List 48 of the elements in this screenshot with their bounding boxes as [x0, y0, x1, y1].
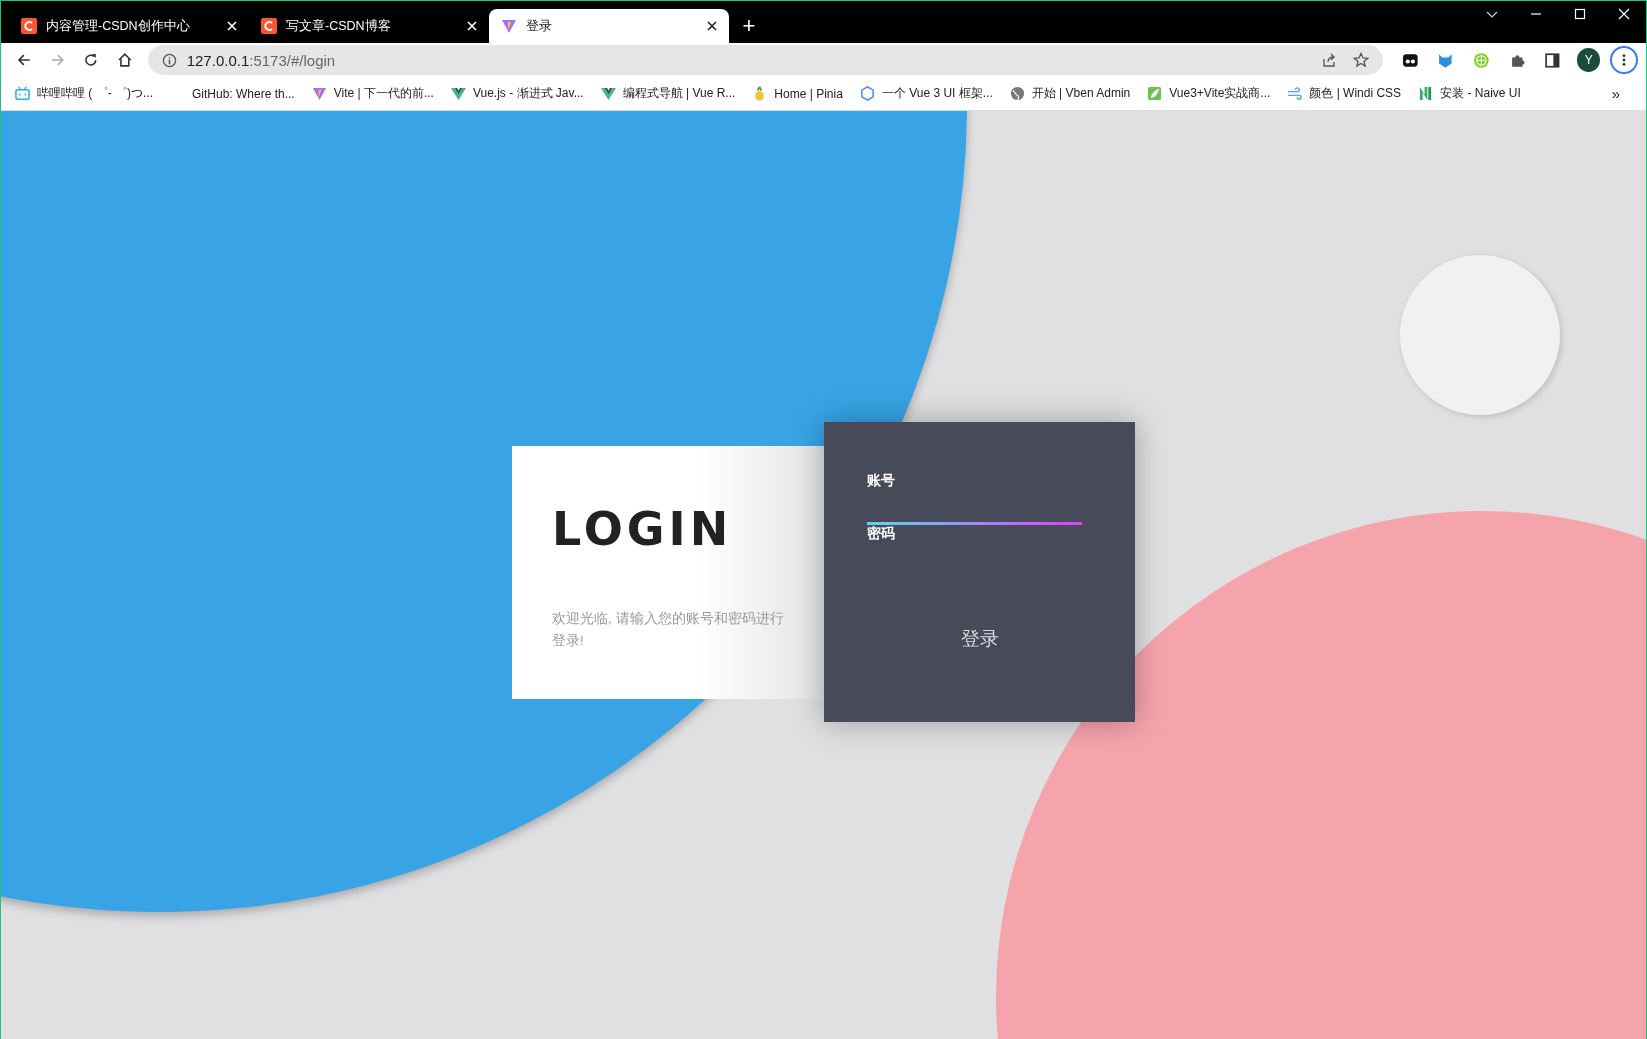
bookmark[interactable]: 哔哩哔哩 ( ゜- ゜)つ... [15, 85, 153, 102]
bookmark[interactable]: Vue.js - 渐进式 Jav... [450, 85, 584, 102]
star-icon[interactable] [1352, 52, 1369, 68]
login-button[interactable]: 登录 [950, 622, 1009, 656]
browser-tab[interactable]: 内容管理-CSDN创作中心 [9, 9, 249, 43]
bookmark[interactable]: GitHub: Where th... [170, 86, 295, 101]
menu-icon [1622, 53, 1627, 67]
share-icon[interactable] [1320, 52, 1337, 68]
browser-tab[interactable]: 写文章-CSDN博客 [249, 9, 489, 43]
url-path: :5173/#/login [249, 51, 336, 69]
v-logo-icon [600, 86, 616, 101]
info-icon [161, 52, 177, 68]
globe-icon [1009, 86, 1025, 101]
bookmark[interactable]: Home | Pinia [752, 86, 843, 101]
login-title: LOGIN [552, 501, 734, 556]
n-logo-icon [1418, 86, 1434, 101]
cat-icon[interactable] [1437, 51, 1454, 69]
maximize-icon[interactable] [1574, 8, 1586, 20]
bookmark[interactable]: Vue3+Vite实战商... [1147, 85, 1271, 102]
bookmark[interactable]: 一个 Vue 3 UI 框架... [859, 85, 993, 102]
browser-tab[interactable]: 登录 [489, 9, 729, 43]
bookmark[interactable]: 开始 | Vben Admin [1009, 85, 1131, 102]
tv-icon [15, 86, 30, 101]
c-logo-icon [21, 18, 37, 34]
c-logo-icon [261, 18, 277, 34]
bookmark[interactable]: 编程式导航 | Vue R... [600, 85, 736, 102]
triangle-logo-icon [311, 86, 327, 101]
bookmark[interactable]: 安装 - Naive UI [1418, 85, 1521, 102]
leaf-icon [1147, 86, 1163, 101]
v-logo-icon [450, 86, 466, 101]
side-panel-icon[interactable] [1544, 51, 1561, 69]
close-icon[interactable] [1618, 8, 1630, 20]
menu-button[interactable] [1610, 46, 1638, 74]
field-label: 账号 [867, 472, 896, 490]
extension-icon[interactable] [1401, 51, 1419, 69]
welcome-text: 欢迎光临, 请输入您的账号和密码进行登录! [552, 609, 785, 650]
new-tab-button[interactable]: + [729, 9, 769, 43]
field-label: 密码 [867, 525, 896, 543]
close-tab-icon[interactable] [707, 21, 717, 31]
more-bookmarks-button[interactable]: » [1611, 85, 1620, 102]
address-bar[interactable]: 127.0.0.1:5173/#/login [147, 45, 1383, 75]
triangle-logo-icon [501, 18, 517, 34]
bookmark[interactable]: 颜色 | Windi CSS [1287, 85, 1402, 102]
wind-icon [1287, 86, 1303, 101]
hexagon-icon [859, 86, 875, 101]
bookmark[interactable]: Vite | 下一代的前... [311, 85, 434, 102]
url-host: 127.0.0.1 [186, 51, 250, 69]
profile-avatar[interactable]: Y [1576, 48, 1601, 72]
